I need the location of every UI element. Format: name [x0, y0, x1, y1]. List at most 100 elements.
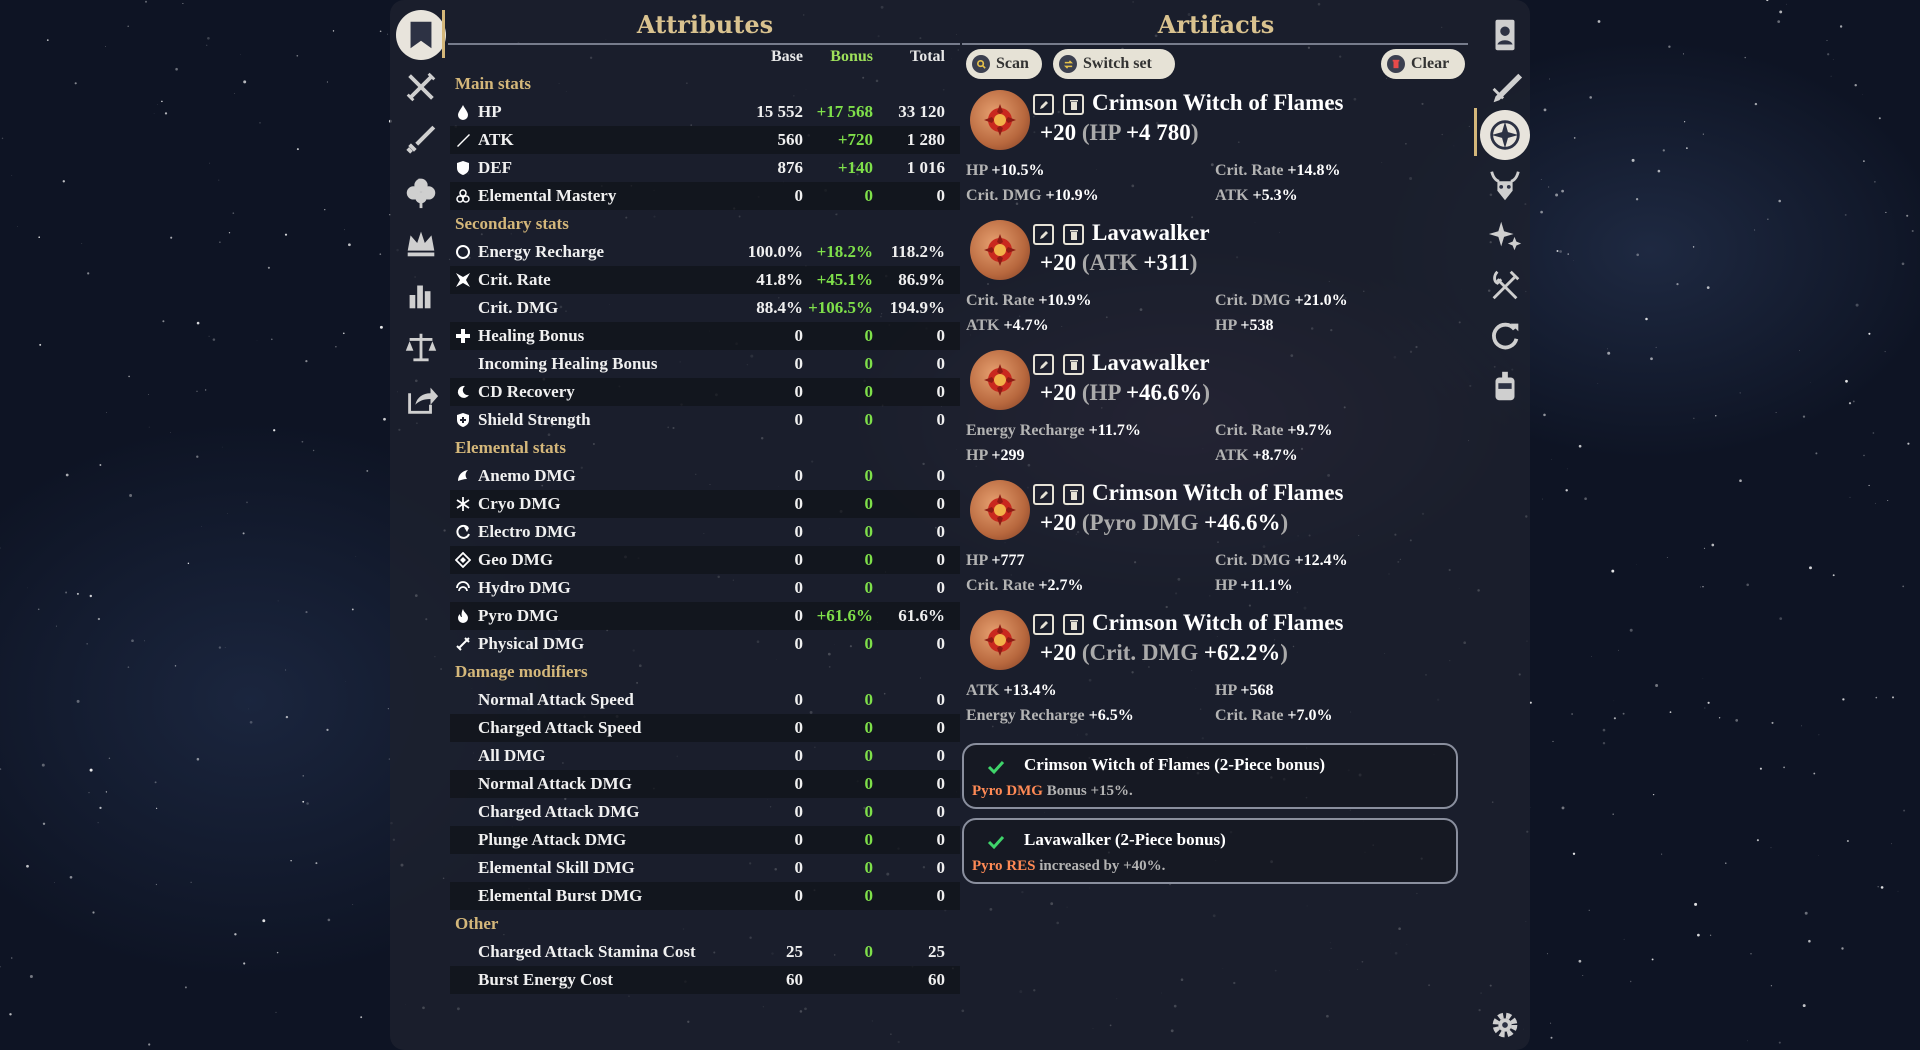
- artifact-card[interactable]: Crimson Witch of Flames +20 (Pyro DMG +46…: [966, 480, 1486, 610]
- stat-row-elemental-mastery: Elemental Mastery 0 0 0: [450, 182, 960, 210]
- nav-combat-button[interactable]: [396, 62, 446, 112]
- artifact-substat: ATK +13.4%: [966, 682, 1057, 699]
- left-nav-active-indicator: [442, 10, 445, 58]
- artifact-substat: Crit. DMG +10.9%: [966, 187, 1099, 204]
- set-bonus-card: Crimson Witch of Flames (2-Piece bonus) …: [962, 743, 1458, 809]
- stat-row-physical: Physical DMG 0 0 0: [450, 630, 960, 658]
- settings-gear-icon: [1492, 1012, 1518, 1038]
- artifact-substat: Energy Recharge +6.5%: [966, 707, 1134, 724]
- artifact-substat: Crit. DMG +21.0%: [1215, 292, 1348, 309]
- compass-star-icon: [1490, 120, 1520, 150]
- delete-button[interactable]: [1063, 354, 1084, 375]
- artifact-card[interactable]: Crimson Witch of Flames +20 (HP +4 780) HP…: [966, 90, 1486, 220]
- attributes-header: Attributes: [636, 10, 774, 39]
- artifact-substat: HP +10.5%: [966, 162, 1045, 179]
- stat-row-normal-attack-dmg: Normal Attack DMG 0 0 0: [450, 770, 960, 798]
- artifact-card[interactable]: Lavawalker +20 (HP +46.6%) Energy Recharge…: [966, 350, 1486, 480]
- artifact-substat: Crit. Rate +10.9%: [966, 292, 1092, 309]
- section-main-stats: Main stats: [455, 74, 532, 93]
- edit-button[interactable]: [1033, 94, 1054, 115]
- section-other: Other: [455, 914, 499, 933]
- nav-weapon-right-button[interactable]: [1480, 62, 1530, 112]
- delete-button[interactable]: [1063, 94, 1084, 115]
- stat-row-healing-bonus: Healing Bonus 0 0 0: [450, 322, 960, 350]
- nav-enemy-button[interactable]: [1480, 160, 1530, 210]
- nav-artifact-set-button[interactable]: [1480, 110, 1530, 160]
- edit-button[interactable]: [1033, 224, 1054, 245]
- col-bonus: Bonus: [830, 48, 873, 65]
- edit-button[interactable]: [1033, 354, 1054, 375]
- nav-constellation-button[interactable]: [396, 218, 446, 268]
- pyro-icon: [458, 609, 468, 623]
- switch-set-button[interactable]: Switch set: [1053, 49, 1175, 79]
- stat-row-normal-attack-speed: Normal Attack Speed 0 0 0: [478, 690, 945, 709]
- nav-character-button[interactable]: [1480, 10, 1530, 60]
- stat-row-all-dmg: All DMG 0 0 0: [478, 746, 945, 765]
- artifact-substat: HP +568: [1215, 682, 1274, 699]
- artifact-substat: ATK +8.7%: [1215, 447, 1298, 464]
- check-icon: [987, 760, 1005, 775]
- nav-stats-button[interactable]: [396, 270, 446, 320]
- stat-row-pyro: Pyro DMG 0 +61.6% 61.6%: [450, 602, 960, 630]
- search-icon: [972, 55, 990, 73]
- nav-artifacts-button[interactable]: [396, 166, 446, 216]
- artifact-set-name: Lavawalker: [1092, 350, 1210, 375]
- scan-button[interactable]: Scan: [966, 49, 1042, 79]
- attributes-table: Base Bonus Total Main stats HP 15 552 +17 …: [450, 46, 960, 994]
- artifact-substat: Crit. Rate +9.7%: [1215, 422, 1333, 439]
- col-total: Total: [910, 48, 945, 65]
- bar-chart-icon: [409, 285, 431, 309]
- nav-share-button[interactable]: [396, 374, 446, 424]
- nav-attributes-button[interactable]: [396, 10, 446, 60]
- artifact-main-stat: +20 (Pyro DMG +46.6%): [1040, 510, 1289, 535]
- stat-row-stamina-cost: Charged Attack Stamina Cost 25 0 25: [478, 942, 945, 961]
- artifact-substat: HP +11.1%: [1215, 577, 1293, 594]
- artifact-set-name: Crimson Witch of Flames: [1092, 610, 1344, 635]
- artifact-substat: Crit. Rate +2.7%: [966, 577, 1084, 594]
- stat-row-elemental-skill-dmg: Elemental Skill DMG 0 0 0: [478, 858, 945, 877]
- stat-row-electro: Electro DMG 0 0 0: [450, 518, 960, 546]
- crit-star-icon: [456, 273, 470, 287]
- nav-bot-button[interactable]: [1480, 362, 1530, 412]
- nav-compare-button[interactable]: [396, 322, 446, 372]
- artifact-substat: Energy Recharge +11.7%: [966, 422, 1141, 439]
- check-icon: [987, 835, 1005, 850]
- artifact-set-name: Crimson Witch of Flames: [1092, 90, 1344, 115]
- trash-icon: [1069, 229, 1078, 240]
- attributes-header-divider: [448, 43, 960, 45]
- artifact-substat: HP +777: [966, 552, 1025, 569]
- droplet-icon: [458, 105, 468, 120]
- delete-button[interactable]: [1063, 484, 1084, 505]
- nav-buffs-button[interactable]: [1480, 210, 1530, 260]
- stat-row-def: DEF 876 +140 1 016: [450, 154, 960, 182]
- nav-settings-button[interactable]: [1480, 1000, 1530, 1050]
- clear-button[interactable]: Clear: [1381, 49, 1465, 79]
- book-icon: [410, 21, 432, 49]
- delete-button[interactable]: [1063, 224, 1084, 245]
- pencil-icon: [1039, 490, 1048, 499]
- artifact-substat: HP +299: [966, 447, 1025, 464]
- edit-button[interactable]: [1033, 484, 1054, 505]
- nav-refresh-button[interactable]: [1480, 310, 1530, 360]
- pencil-icon: [1039, 100, 1048, 109]
- share-icon: [408, 387, 439, 414]
- artifacts-header: Artifacts: [1157, 10, 1275, 39]
- stat-row-crit-dmg: Crit. DMG 88.4% +106.5% 194.9%: [478, 298, 945, 317]
- edit-button[interactable]: [1033, 614, 1054, 635]
- stat-row-crit-rate: Crit. Rate 41.8% +45.1% 86.9%: [450, 266, 960, 294]
- crown-icon: [407, 231, 435, 257]
- artifacts-header-divider: [962, 43, 1468, 45]
- nav-weapon-button[interactable]: [396, 114, 446, 164]
- trash-icon: [1069, 359, 1078, 370]
- feather-artifact-icon: [970, 220, 1030, 280]
- artifact-card[interactable]: Lavawalker +20 (ATK +311) Crit. Rate +10.9…: [966, 220, 1486, 350]
- artifact-main-stat: +20 (Crit. DMG +62.2%): [1040, 640, 1288, 665]
- pencil-icon: [1039, 230, 1048, 239]
- artifact-main-stat: +20 (HP +46.6%): [1040, 380, 1210, 405]
- trash-icon: [1069, 489, 1078, 500]
- delete-button[interactable]: [1063, 614, 1084, 635]
- switch-icon: [1059, 55, 1077, 73]
- stat-row-charged-attack-speed: Charged Attack Speed 0 0 0: [450, 714, 960, 742]
- artifact-card[interactable]: Crimson Witch of Flames +20 (Crit. DMG +6…: [966, 610, 1486, 740]
- nav-food-button[interactable]: [1480, 260, 1530, 310]
